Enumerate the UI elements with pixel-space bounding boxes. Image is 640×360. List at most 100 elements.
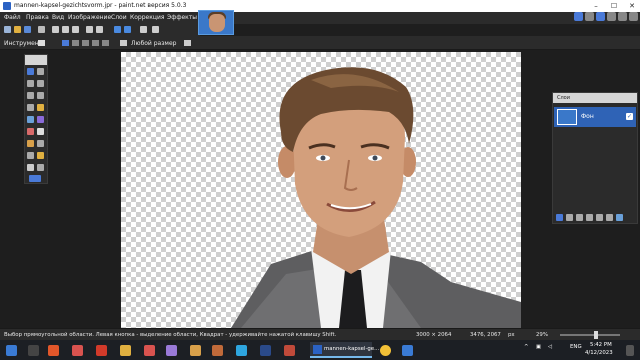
tools-window-icon[interactable]	[574, 12, 583, 21]
new-file-icon[interactable]	[4, 26, 11, 33]
move-selected-tool-icon[interactable]	[37, 68, 44, 75]
line-curve-tool-icon[interactable]	[37, 164, 44, 171]
text-tool-icon[interactable]	[27, 164, 34, 171]
taskbar-paintnet-button[interactable]: mannen-kapsel-ge...	[310, 342, 379, 358]
minimize-button[interactable]: –	[588, 0, 604, 12]
colors-window-icon[interactable]	[607, 12, 616, 21]
crop-icon[interactable]	[86, 26, 93, 33]
app-blue-icon[interactable]	[402, 345, 413, 356]
selection-mode-exclude-icon[interactable]	[82, 40, 89, 46]
shapes-tool-icon[interactable]	[29, 175, 41, 182]
selection-mode-invert-icon[interactable]	[102, 40, 109, 46]
clone-stamp-tool-icon[interactable]	[27, 152, 34, 159]
size-mode-select[interactable]: Любой размер	[131, 40, 176, 47]
menu-adjustments[interactable]: Коррекция	[130, 14, 164, 21]
app-red-icon[interactable]	[96, 345, 107, 356]
save-icon[interactable]	[24, 26, 31, 33]
windows-start-icon[interactable]	[6, 345, 17, 356]
open-file-icon[interactable]	[14, 26, 21, 33]
zoom-slider-thumb[interactable]	[594, 331, 598, 339]
chrome-icon[interactable]	[380, 345, 391, 356]
more-options-icon[interactable]	[184, 40, 191, 46]
zoom-level[interactable]: 29%	[536, 332, 548, 338]
selection-mode-intersect-icon[interactable]	[92, 40, 99, 46]
app-red2-icon[interactable]	[144, 345, 155, 356]
search-icon[interactable]	[28, 345, 39, 356]
opera-icon[interactable]	[48, 345, 59, 356]
menu-file[interactable]: Файл	[4, 14, 21, 21]
help-icon[interactable]	[629, 12, 638, 21]
selection-mode-replace-icon[interactable]	[62, 40, 69, 46]
layers-panel-header[interactable]: Слои	[553, 93, 637, 103]
deselect-icon[interactable]	[96, 26, 103, 33]
language-indicator[interactable]: ENG	[570, 344, 582, 350]
zoom-tool-icon[interactable]	[37, 92, 44, 99]
paint-bucket-tool-icon[interactable]	[27, 116, 34, 123]
units-select[interactable]: px	[508, 332, 515, 338]
selection-mode-union-icon[interactable]	[72, 40, 79, 46]
menu-edit[interactable]: Правка	[26, 14, 49, 21]
image-canvas[interactable]	[121, 52, 521, 328]
pencil-tool-icon[interactable]	[27, 140, 34, 147]
layer-properties-icon[interactable]	[616, 214, 623, 221]
history-window-icon[interactable]	[585, 12, 594, 21]
tray-chevron-icon[interactable]: ^	[524, 344, 529, 350]
gradient-tool-icon[interactable]	[37, 116, 44, 123]
menu-view[interactable]: Вид	[52, 14, 64, 21]
move-layer-up-icon[interactable]	[596, 214, 603, 221]
ellipse-select-tool-icon[interactable]	[27, 92, 34, 99]
telegram-icon[interactable]	[236, 345, 247, 356]
status-hint: Выбор прямоугольной области. Левая кнопк…	[4, 332, 337, 338]
paintbrush-tool-icon[interactable]	[27, 128, 34, 135]
file-explorer-icon[interactable]	[120, 345, 131, 356]
paintnet-app-icon	[3, 2, 11, 10]
tool-select-icon[interactable]	[38, 40, 45, 46]
delete-layer-icon[interactable]	[566, 214, 573, 221]
zoom-slider[interactable]	[560, 334, 620, 336]
clock-time[interactable]: 5:42 PM	[590, 342, 612, 348]
settings-gear-icon[interactable]	[618, 12, 627, 21]
copy-icon[interactable]	[62, 26, 69, 33]
pan-tool-icon[interactable]	[37, 104, 44, 111]
app-brown-icon[interactable]	[212, 345, 223, 356]
layer-row[interactable]: Фон ✓	[554, 107, 636, 127]
notifications-icon[interactable]	[626, 345, 634, 356]
volume-icon[interactable]: ◁	[548, 344, 552, 350]
layer-name: Фон	[581, 113, 594, 120]
duplicate-layer-icon[interactable]	[576, 214, 583, 221]
redo-icon[interactable]	[124, 26, 131, 33]
steam-icon[interactable]	[260, 345, 271, 356]
tools-panel-header[interactable]	[25, 55, 47, 65]
rectangle-select-tool-icon[interactable]	[27, 68, 34, 75]
cut-icon[interactable]	[52, 26, 59, 33]
lasso-tool-icon[interactable]	[27, 80, 34, 87]
add-layer-icon[interactable]	[556, 214, 563, 221]
menu-layers[interactable]: Слои	[111, 14, 127, 21]
menu-effects[interactable]: Эффекты	[167, 14, 197, 21]
document-tab-thumbnail[interactable]	[198, 10, 234, 35]
close-button[interactable]: ✕	[624, 0, 640, 12]
eraser-tool-icon[interactable]	[37, 128, 44, 135]
yandex-icon[interactable]	[72, 345, 83, 356]
move-layer-down-icon[interactable]	[606, 214, 613, 221]
clock-date[interactable]: 4/12/2023	[585, 350, 613, 356]
app-red3-icon[interactable]	[284, 345, 295, 356]
maximize-button[interactable]: ☐	[606, 0, 622, 12]
size-mode-icon[interactable]	[120, 40, 127, 46]
recolor-tool-icon[interactable]	[37, 152, 44, 159]
grid-icon[interactable]	[140, 26, 147, 33]
app-orange-icon[interactable]	[190, 345, 201, 356]
color-picker-tool-icon[interactable]	[37, 140, 44, 147]
print-icon[interactable]	[38, 26, 45, 33]
undo-icon[interactable]	[114, 26, 121, 33]
settings-icon[interactable]	[152, 26, 159, 33]
layer-visibility-checkbox[interactable]: ✓	[626, 113, 633, 120]
paste-icon[interactable]	[72, 26, 79, 33]
network-icon[interactable]: ▣	[536, 344, 541, 350]
app-purple-icon[interactable]	[166, 345, 177, 356]
layers-window-icon[interactable]	[596, 12, 605, 21]
magic-wand-tool-icon[interactable]	[27, 104, 34, 111]
move-selection-tool-icon[interactable]	[37, 80, 44, 87]
menu-image[interactable]: Изображение	[68, 14, 111, 21]
merge-layer-icon[interactable]	[586, 214, 593, 221]
